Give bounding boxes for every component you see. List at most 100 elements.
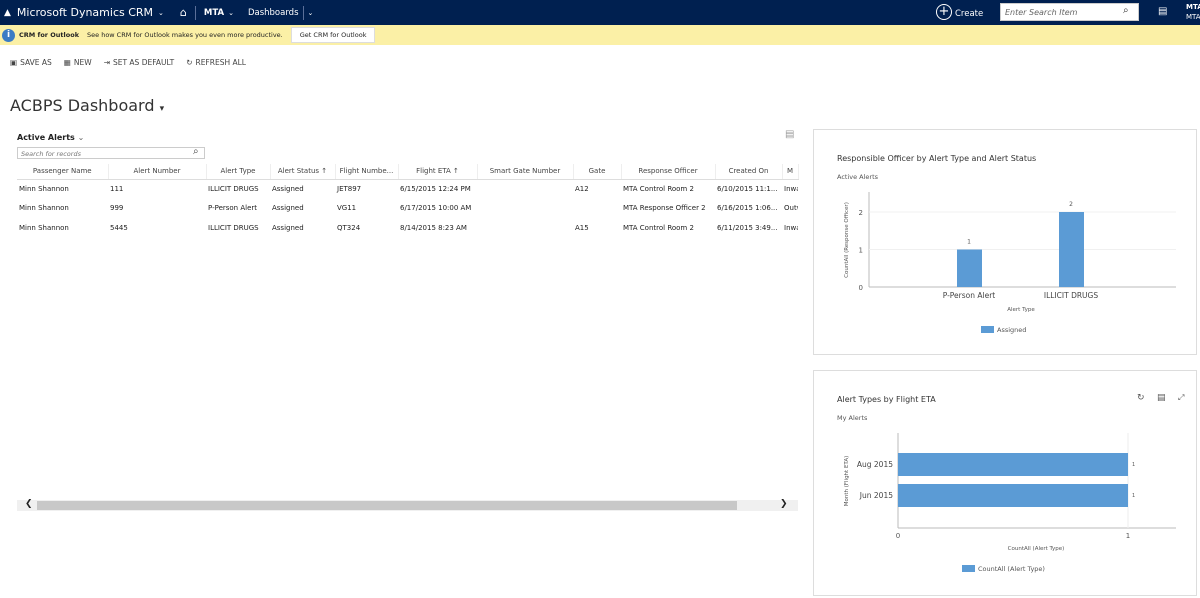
set-as-default-button[interactable]: ⇥ SET AS DEFAULT [104,58,175,67]
notification-title: CRM for Outlook [19,31,80,39]
new-button[interactable]: ▦ NEW [64,58,92,67]
table-cell: Inwa [784,223,798,232]
table-cell: P-Person Alert [208,204,258,213]
column-header[interactable]: M [782,164,799,180]
chevron-down-icon[interactable]: ⌄ [158,9,164,17]
area-menu[interactable]: Dashboards [248,8,299,18]
view-selector[interactable]: Active Alerts ⌄ [17,133,84,142]
column-header[interactable]: Smart Gate Number [477,164,574,180]
table-cell: 999 [110,204,124,213]
get-crm-outlook-button[interactable]: Get CRM for Outlook [290,27,376,43]
refresh-all-button[interactable]: ↻ REFRESH ALL [186,58,246,67]
chevron-down-icon[interactable]: ⌄ [228,9,234,17]
table-cell [477,218,573,238]
record-search-input[interactable]: Search for records [17,147,205,159]
info-icon: i [2,28,15,42]
y-tick-label: Jun 2015 [859,491,893,500]
horizontal-scrollbar[interactable]: ❮ ❯ [17,499,798,511]
table-cell: 6/15/2015 12:24 PM [400,185,471,193]
new-dashboard-icon: ▦ [63,58,71,67]
column-header[interactable]: Response Officer [621,164,716,180]
x-tick-label: 0 [896,532,900,540]
x-tick-label: P-Person Alert [943,291,996,300]
column-header[interactable]: Flight ETA ↑ [398,164,478,180]
legend-label: CountAll (Alert Type) [978,565,1045,573]
dashboard-title-text: ACBPS Dashboard [10,96,155,115]
table-row[interactable]: Minn Shannon 5445 ILLICIT DRUGS Assigned QT3… [17,218,798,238]
divider [194,5,196,20]
grid-icon[interactable]: ▤ [785,129,794,140]
create-button[interactable]: Create [955,9,983,19]
notification-bar: i CRM for Outlook See how CRM for Outloo… [0,25,1200,45]
column-header[interactable]: Passenger Name [17,164,109,180]
x-axis-title: Alert Type [1007,307,1035,313]
search-icon[interactable]: ⌕ [193,146,199,157]
y-tick-label: Aug 2015 [857,460,893,469]
brand-menu[interactable]: Microsoft Dynamics CRM [17,6,153,19]
bar [898,453,1128,476]
y-axis-title: CountAll (Response Officer) [844,202,850,278]
chevron-down-icon: ⌄ [77,133,85,142]
records-table: Passenger Name Alert Number Alert Type Aler… [17,164,799,238]
table-row[interactable]: Minn Shannon 111 ILLICIT DRUGS Assigned JET8… [17,179,798,199]
table-cell: MTA Control Room 2 [623,185,694,193]
table-cell [477,179,573,199]
table-cell: 5445 [110,223,128,232]
table-header: Passenger Name Alert Number Alert Type Aler… [17,164,799,180]
data-label: 1 [967,239,971,246]
column-header[interactable]: Alert Number [108,164,207,180]
bar [1059,212,1084,287]
column-header[interactable]: Created On [715,164,783,180]
home-icon[interactable]: ⌂ [180,6,187,19]
data-label: 1 [1132,493,1135,499]
column-header[interactable]: Alert Status ↑ [270,164,336,180]
user-name[interactable]: MTA [1186,3,1200,11]
legend-swatch [981,326,994,333]
table-cell: Assigned [272,223,304,232]
create-plus-icon[interactable]: + [936,4,952,20]
advanced-find-icon[interactable]: ▤ [1158,6,1167,17]
table-cell: 111 [110,185,124,193]
user-org: MTA [1186,13,1200,21]
table-cell: ILLICIT DRUGS [208,223,259,232]
scrollbar-thumb[interactable] [37,501,737,510]
scroll-left-icon[interactable]: ❮ [25,499,33,509]
global-search-input[interactable]: Enter Search Item [1000,3,1139,21]
chart-officer-svg: 0 1 2 1 P-Person Alert 2 ILLICIT DRUGS Alert Ty… [844,192,1176,334]
table-cell: 6/11/2015 3:49... [717,223,778,232]
table-cell [477,199,573,219]
table-cell: Minn Shannon [19,185,69,193]
y-axis-title: Month (Flight ETA) [844,456,850,507]
refresh-icon: ↻ [186,58,193,67]
column-header[interactable]: Gate [573,164,622,180]
bar [898,484,1128,507]
chevron-down-icon[interactable]: ⌄ [308,9,314,17]
x-axis-title: CountAll (Alert Type) [1008,546,1065,552]
scroll-right-icon[interactable]: ❯ [780,499,788,509]
chevron-down-icon[interactable]: ▾ [160,104,165,114]
x-tick-label: 1 [1126,532,1130,540]
org-menu[interactable]: MTA [204,8,224,18]
table-cell: Assigned [272,204,304,213]
search-icon[interactable]: ⌕ [1123,5,1129,16]
column-header[interactable]: Alert Type [206,164,271,180]
y-tick-label: 1 [859,247,863,255]
table-cell: VG11 [337,204,357,213]
table-cell: A15 [575,223,589,232]
table-row[interactable]: Minn Shannon 999 P-Person Alert Assigned VG1… [17,199,798,219]
dashboard-title[interactable]: ACBPS Dashboard ▾ [10,96,164,115]
data-label: 1 [1132,462,1135,468]
column-header[interactable]: Flight Numbe... [335,164,399,180]
table-cell: 6/16/2015 1:06... [717,204,778,213]
bar [957,249,982,287]
table-cell: A12 [575,185,589,193]
y-tick-label: 0 [859,284,863,292]
new-label: NEW [73,58,92,67]
table-cell: 6/17/2015 10:00 AM [400,204,472,213]
save-as-label: SAVE AS [20,58,52,67]
table-cell: Assigned [272,185,304,193]
save-as-button[interactable]: ▣ SAVE AS [10,58,52,67]
chart-flight-eta-svg: 0 1 1 Aug 2015 1 Jun 2015 CountAll (Alert Type… [844,433,1176,573]
table-cell: MTA Control Room 2 [623,223,694,232]
table-cell: Minn Shannon [19,223,69,232]
